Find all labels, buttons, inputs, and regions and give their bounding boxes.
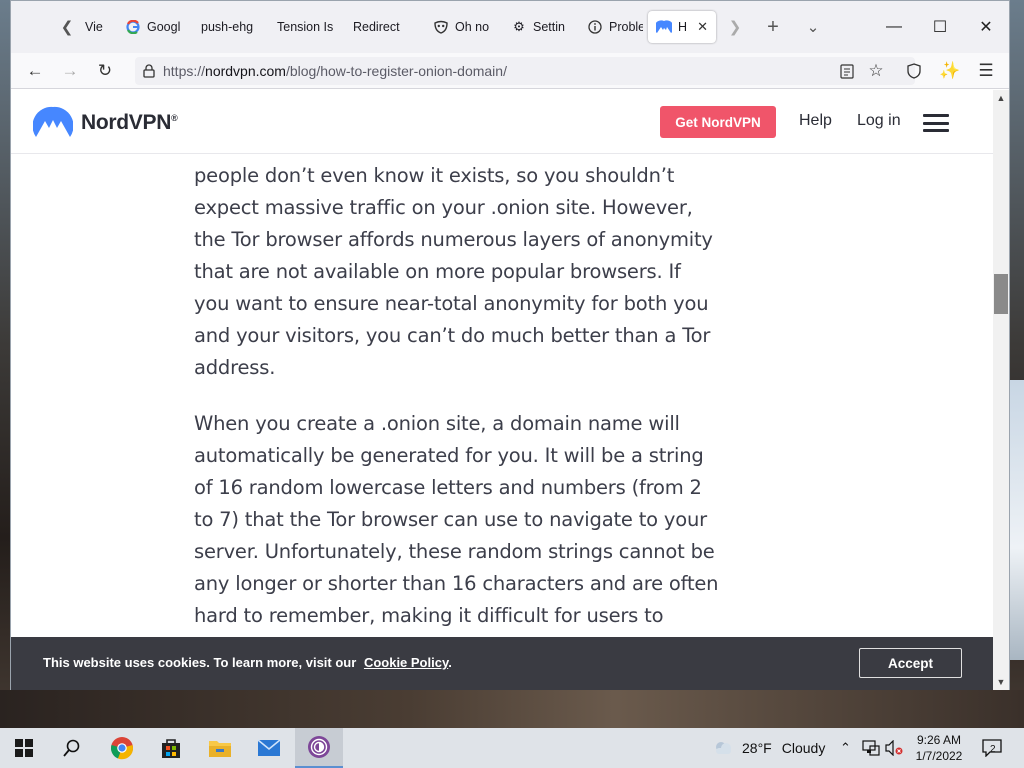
- url-text: https://nordvpn.com/blog/how-to-register…: [163, 63, 507, 79]
- info-icon: [587, 19, 603, 35]
- brand-name: NordVPN®: [81, 111, 178, 134]
- notification-count: 2: [990, 743, 996, 755]
- cloudy-weather-icon: [712, 739, 734, 758]
- tab-2[interactable]: push-ehg: [193, 11, 265, 43]
- reload-icon[interactable]: ↻: [91, 57, 119, 85]
- help-link[interactable]: Help: [799, 112, 832, 130]
- maximize-icon[interactable]: ☐: [920, 13, 960, 41]
- store-icon[interactable]: [147, 728, 195, 768]
- mail-icon[interactable]: [245, 728, 293, 768]
- file-explorer-icon[interactable]: [196, 728, 244, 768]
- shield-icon[interactable]: [900, 57, 928, 85]
- tor-browser-icon[interactable]: [295, 728, 343, 768]
- tab-3[interactable]: Tension Is: [269, 11, 343, 43]
- list-tabs-icon[interactable]: ⌄: [799, 13, 827, 41]
- article-line: expect massive traffic on your .onion si…: [194, 196, 693, 219]
- tab-6[interactable]: ⚙ Settin: [503, 11, 575, 43]
- article-line: to 7) that the Tor browser can use to na…: [194, 508, 707, 531]
- desktop-wallpaper-ground: [0, 690, 1024, 728]
- google-icon: [125, 19, 141, 35]
- chrome-icon[interactable]: [98, 728, 146, 768]
- close-window-icon[interactable]: ✕: [966, 13, 1006, 41]
- article-paragraph: people don’t even know it exists, so you…: [194, 160, 739, 384]
- tab-label: Tension Is: [277, 20, 334, 34]
- weather-widget[interactable]: 28°F Cloudy: [712, 728, 825, 768]
- scroll-down-icon[interactable]: ▼: [993, 674, 1009, 690]
- site-header: NordVPN® Get NordVPN Help Log in: [11, 90, 993, 154]
- lock-icon[interactable]: [135, 64, 163, 78]
- bookmark-star-icon[interactable]: ☆: [862, 57, 890, 85]
- tab-label: Googl: [147, 20, 181, 34]
- tab-scroll-right-icon[interactable]: ❯: [721, 13, 749, 41]
- page-viewport: NordVPN® Get NordVPN Help Log in people …: [11, 90, 993, 690]
- tab-1[interactable]: Googl: [117, 11, 189, 43]
- login-link[interactable]: Log in: [857, 112, 901, 130]
- browser-window: ❮ Vie Googl push-ehg Tension Is Redirect…: [10, 0, 1010, 690]
- article-line: server. Unfortunately, these random stri…: [194, 540, 715, 563]
- accept-cookies-button[interactable]: Accept: [859, 648, 962, 678]
- volume-muted-icon[interactable]: [885, 728, 903, 768]
- mask-icon: [433, 19, 449, 35]
- tab-label: Settin: [533, 20, 565, 34]
- cookie-policy-link[interactable]: Cookie Policy: [364, 655, 448, 670]
- notifications-icon[interactable]: 2: [982, 728, 1002, 768]
- nordvpn-logo[interactable]: NordVPN®: [33, 106, 178, 140]
- tab-label: Vie: [85, 20, 103, 34]
- url-bar[interactable]: https://nordvpn.com/blog/how-to-register…: [135, 57, 915, 85]
- navigation-toolbar: ← → ↻ https://nordvpn.com/blog/how-to-re…: [11, 53, 1009, 89]
- scroll-up-icon[interactable]: ▲: [993, 90, 1009, 106]
- weather-condition: Cloudy: [781, 740, 826, 756]
- tab-7[interactable]: Proble: [579, 11, 651, 43]
- system-clock[interactable]: 9:26 AM 1/7/2022: [904, 732, 974, 764]
- article-line: of 16 random lowercase letters and numbe…: [194, 476, 702, 499]
- article-line: When you create a .onion site, a domain …: [194, 412, 680, 435]
- page-scrollbar[interactable]: ▲ ▼: [993, 90, 1009, 690]
- tab-5[interactable]: Oh no: [425, 11, 497, 43]
- cookie-banner: This website uses cookies. To learn more…: [11, 637, 993, 690]
- tab-label: Redirect: [353, 20, 400, 34]
- windows-start-icon[interactable]: [0, 728, 48, 768]
- article-line: you want to ensure near-total anonymity …: [194, 292, 709, 315]
- show-hidden-icons-icon[interactable]: ⌃: [840, 728, 851, 768]
- back-icon[interactable]: ←: [21, 57, 49, 85]
- article-paragraph: When you create a .onion site, a domain …: [194, 408, 739, 632]
- tab-0[interactable]: Vie: [77, 11, 117, 43]
- article-line: any longer or shorter than 16 characters…: [194, 572, 719, 595]
- clock-date: 1/7/2022: [915, 749, 963, 763]
- article-line: and your visitors, you can’t do much bet…: [194, 324, 711, 347]
- article-line: the Tor browser affords numerous layers …: [194, 228, 713, 251]
- tab-label: Oh no: [455, 20, 489, 34]
- tab-bar: ❮ Vie Googl push-ehg Tension Is Redirect…: [11, 1, 1009, 53]
- get-nordvpn-button[interactable]: Get NordVPN: [660, 106, 776, 138]
- forward-icon[interactable]: →: [56, 57, 84, 85]
- new-tab-icon[interactable]: +: [759, 13, 787, 41]
- nordvpn-logo-icon: [33, 106, 73, 137]
- tab-label: Proble: [609, 20, 643, 34]
- extensions-icon[interactable]: ✨: [936, 57, 964, 85]
- article-line: automatically be generated for you. It w…: [194, 444, 704, 467]
- tab-active[interactable]: Ho ✕: [648, 11, 716, 43]
- tab-4[interactable]: Redirect: [345, 11, 421, 43]
- scroll-thumb[interactable]: [994, 274, 1008, 314]
- reader-view-icon[interactable]: [833, 57, 861, 85]
- app-menu-icon[interactable]: ☰: [972, 57, 1000, 85]
- minimize-icon[interactable]: —: [874, 13, 914, 41]
- article-line: that are not available on more popular b…: [194, 260, 681, 283]
- hamburger-menu-icon[interactable]: [923, 114, 949, 132]
- cookie-message: This website uses cookies. To learn more…: [43, 655, 452, 670]
- article-line: people don’t even know it exists, so you…: [194, 164, 675, 187]
- taskbar: 28°F Cloudy ⌃ 9:26 AM 1/7/2022 2: [0, 728, 1024, 768]
- close-tab-icon[interactable]: ✕: [697, 19, 708, 35]
- weather-temperature: 28°F: [742, 740, 772, 756]
- search-icon[interactable]: [48, 728, 96, 768]
- tab-label: push-ehg: [201, 20, 254, 34]
- article-line: hard to remember, making it difficult fo…: [194, 604, 664, 627]
- network-icon[interactable]: [862, 728, 880, 768]
- gear-icon: ⚙: [513, 19, 525, 34]
- article-line: address.: [194, 356, 276, 379]
- clock-time: 9:26 AM: [916, 733, 962, 747]
- article-body: people don’t even know it exists, so you…: [194, 160, 739, 656]
- nordvpn-icon: [656, 19, 672, 35]
- tab-label: Ho: [678, 20, 688, 34]
